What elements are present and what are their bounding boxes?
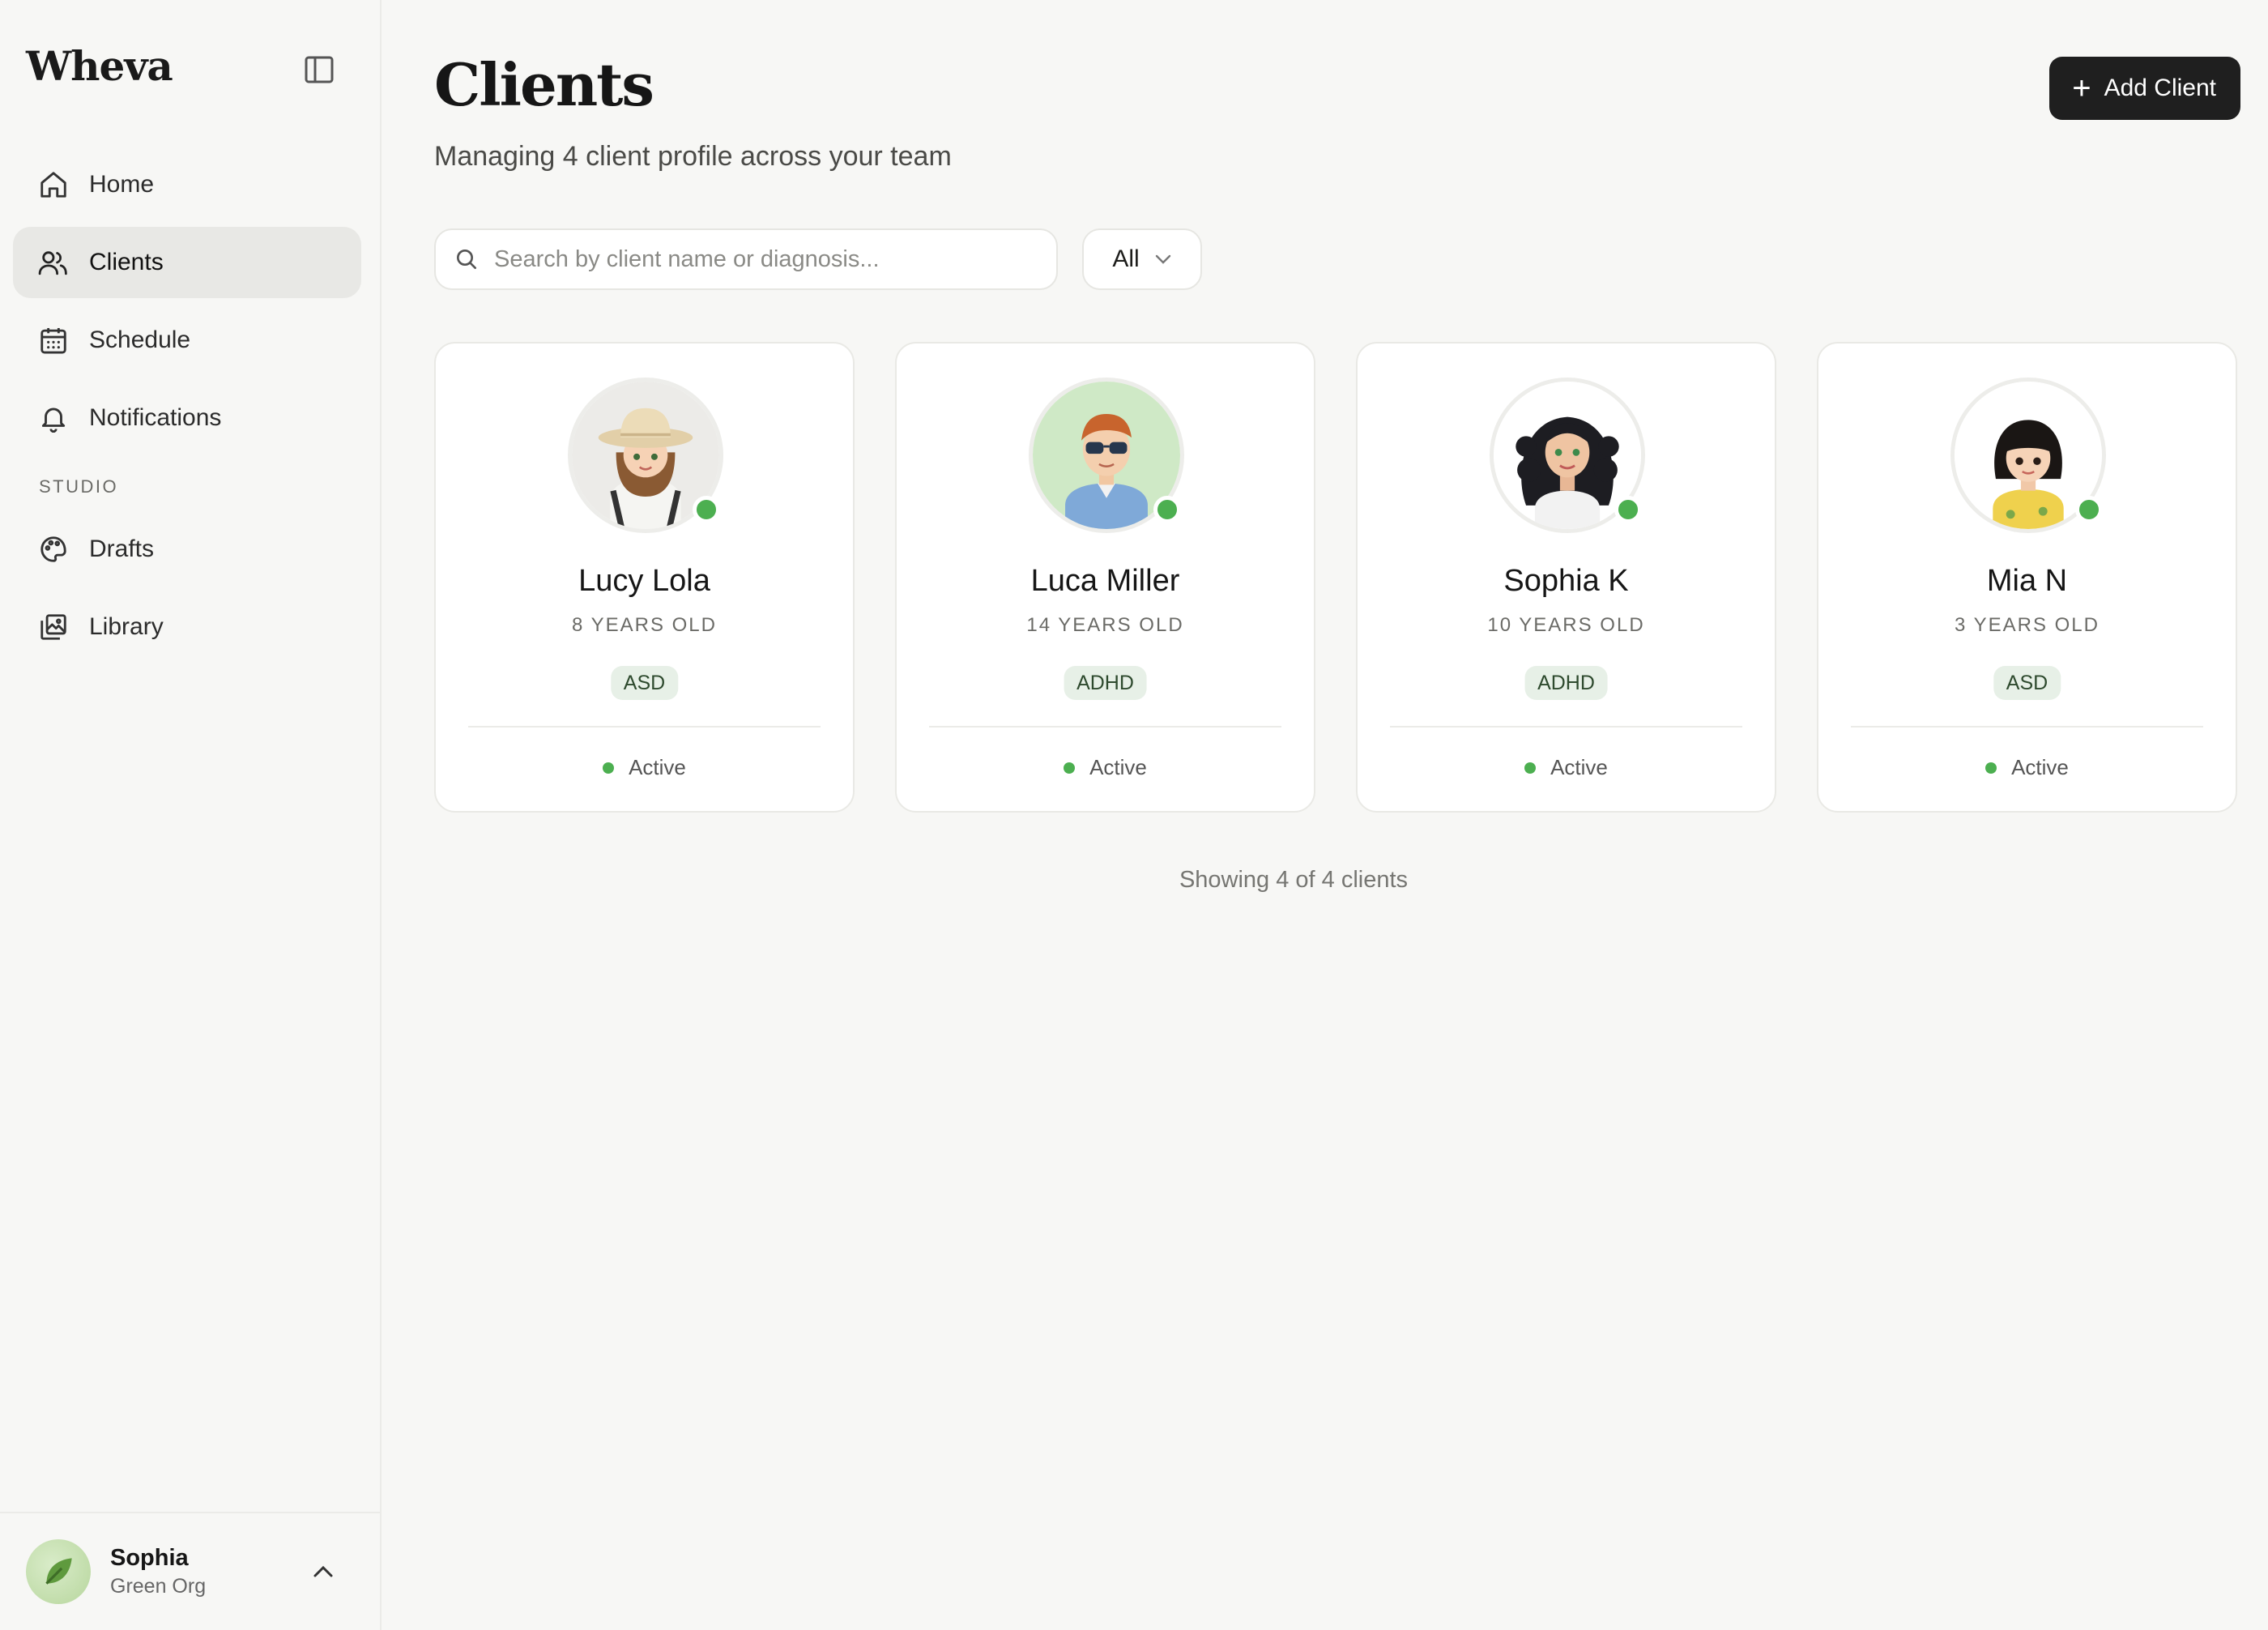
- sidebar-item-label: Drafts: [89, 536, 155, 562]
- client-status: Active: [1818, 755, 2236, 780]
- page-subtitle: Managing 4 client profile across your te…: [434, 141, 952, 172]
- client-name: Mia N: [1986, 564, 2068, 598]
- brand-logo[interactable]: Wheva: [26, 42, 173, 90]
- client-card-grid: Lucy Lola 8 YEARS OLD ASD Active Luca Mi…: [434, 342, 2237, 813]
- client-name: Luca Miller: [1030, 564, 1180, 598]
- online-indicator: [1614, 496, 1642, 523]
- plus-icon: +: [2072, 70, 2091, 106]
- online-indicator: [693, 496, 720, 523]
- search-icon: [457, 250, 476, 269]
- client-status: Active: [1358, 755, 1775, 780]
- diagnosis-badge: ASD: [1993, 666, 2061, 700]
- sidebar-toggle-icon: [305, 56, 334, 83]
- client-age: 10 YEARS OLD: [1487, 614, 1645, 636]
- client-status: Active: [897, 755, 1314, 780]
- status-label: Active: [2011, 755, 2069, 779]
- client-age: 8 YEARS OLD: [572, 614, 717, 636]
- add-client-label: Add Client: [2104, 75, 2216, 101]
- sidebar-item-notifications[interactable]: Notifications: [13, 382, 361, 454]
- sidebar-item-home[interactable]: Home: [13, 149, 361, 220]
- online-indicator: [1153, 496, 1181, 523]
- chevron-up-icon[interactable]: [299, 1547, 347, 1596]
- online-indicator: [2075, 496, 2103, 523]
- results-count: Showing 4 of 4 clients: [1179, 867, 1409, 893]
- diagnosis-badge: ADHD: [1064, 666, 1147, 700]
- user-profile-menu[interactable]: Sophia Green Org: [0, 1512, 380, 1630]
- page-title: Clients: [434, 50, 654, 119]
- client-status: Active: [436, 755, 853, 780]
- sidebar-toggle-button[interactable]: [301, 53, 337, 86]
- client-age: 14 YEARS OLD: [1026, 614, 1184, 636]
- client-card[interactable]: Lucy Lola 8 YEARS OLD ASD Active: [434, 342, 855, 813]
- filter-dropdown[interactable]: All: [1082, 228, 1202, 290]
- user-avatar: [26, 1539, 91, 1604]
- library-icon: [37, 611, 70, 643]
- sidebar-item-label: Library: [89, 613, 164, 640]
- status-label: Active: [1550, 755, 1608, 779]
- bell-icon: [37, 402, 70, 434]
- leaf-icon: [45, 1558, 72, 1585]
- status-label: Active: [1089, 755, 1147, 779]
- add-client-button[interactable]: + Add Client: [2049, 57, 2240, 120]
- palette-icon: [37, 533, 70, 565]
- users-icon: [37, 246, 70, 279]
- card-divider: [929, 726, 1281, 728]
- card-divider: [1851, 726, 2203, 728]
- card-divider: [468, 726, 821, 728]
- status-label: Active: [629, 755, 686, 779]
- status-dot: [1064, 762, 1076, 774]
- sidebar-nav: Home Clients Schedule Notifications STUD…: [13, 149, 361, 669]
- diagnosis-badge: ADHD: [1524, 666, 1608, 700]
- sidebar-item-library[interactable]: Library: [13, 591, 361, 663]
- card-divider: [1390, 726, 1742, 728]
- status-dot: [1985, 762, 1997, 774]
- main-content: Clients Managing 4 client profile across…: [382, 0, 2268, 1630]
- status-dot: [603, 762, 615, 774]
- filter-selected: All: [1112, 245, 1140, 272]
- diagnosis-badge: ASD: [610, 666, 679, 700]
- sidebar-item-drafts[interactable]: Drafts: [13, 514, 361, 585]
- user-org: Green Org: [110, 1575, 207, 1598]
- client-name: Lucy Lola: [578, 564, 710, 598]
- sidebar-item-label: Schedule: [89, 326, 191, 353]
- sidebar: Wheva Home Clients Schedule Notification…: [0, 0, 382, 1630]
- sidebar-item-label: Clients: [89, 249, 164, 275]
- client-card[interactable]: Luca Miller 14 YEARS OLD ADHD Active: [895, 342, 1315, 813]
- sidebar-item-label: Notifications: [89, 404, 222, 431]
- home-icon: [37, 169, 70, 201]
- client-name: Sophia K: [1503, 564, 1629, 598]
- user-name: Sophia: [110, 1545, 189, 1571]
- search-box: [434, 228, 1058, 290]
- sidebar-item-label: Home: [89, 171, 155, 198]
- sidebar-item-schedule[interactable]: Schedule: [13, 305, 361, 376]
- calendar-icon: [37, 324, 70, 356]
- search-input[interactable]: [494, 245, 1029, 273]
- status-dot: [1524, 762, 1537, 774]
- sidebar-item-clients[interactable]: Clients: [13, 227, 361, 298]
- client-card[interactable]: Mia N 3 YEARS OLD ASD Active: [1817, 342, 2237, 813]
- sidebar-section-studio: STUDIO: [39, 476, 119, 497]
- client-card[interactable]: Sophia K 10 YEARS OLD ADHD Active: [1356, 342, 1776, 813]
- client-age: 3 YEARS OLD: [1955, 614, 2100, 636]
- chevron-down-icon: [1154, 254, 1172, 265]
